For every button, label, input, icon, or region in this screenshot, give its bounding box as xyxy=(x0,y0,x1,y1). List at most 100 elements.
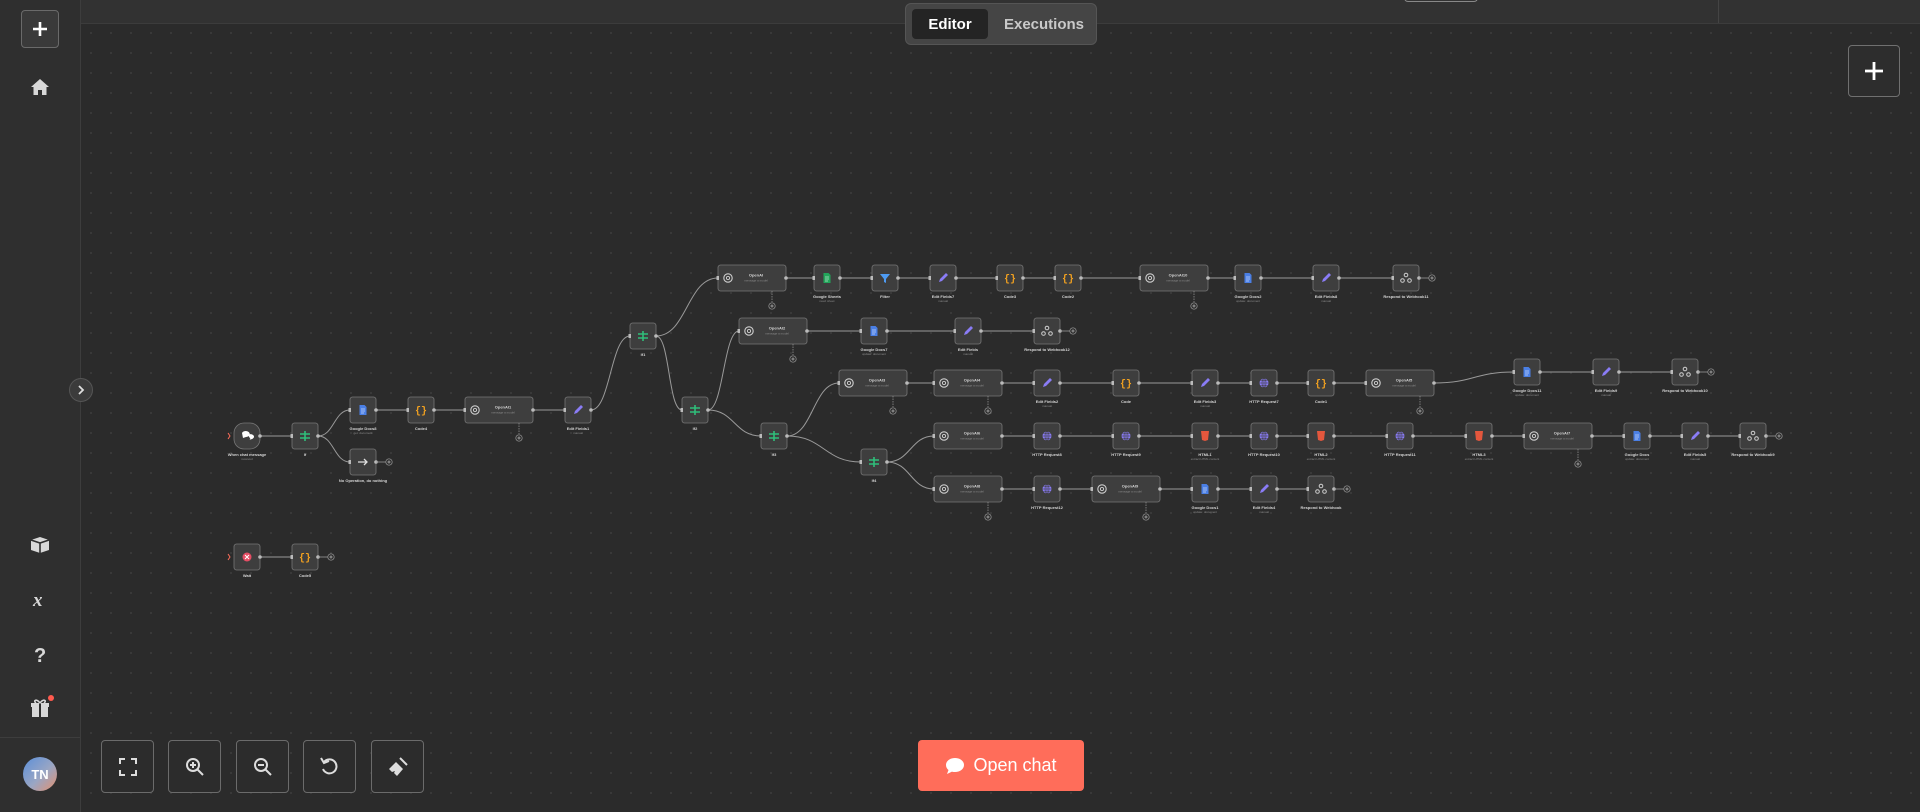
node-filter[interactable]: Filter xyxy=(870,264,900,299)
input-port[interactable] xyxy=(859,329,863,333)
add-tool-button[interactable] xyxy=(768,302,776,310)
node-ef8[interactable]: Edit Fields8manual xyxy=(1311,264,1341,303)
output-port[interactable] xyxy=(1216,381,1220,385)
input-port[interactable] xyxy=(1249,487,1253,491)
node-rw10[interactable]: Respond to Webhook10 xyxy=(1662,358,1709,393)
node-rw9[interactable]: Respond to Webhook9 xyxy=(1731,422,1775,457)
input-port[interactable] xyxy=(1385,434,1389,438)
output-port[interactable] xyxy=(784,276,788,280)
reset-zoom-button[interactable] xyxy=(303,740,356,793)
node-gsheets[interactable]: Google Sheetsread: sheet xyxy=(812,264,842,303)
input-port[interactable] xyxy=(1032,329,1036,333)
output-port[interactable] xyxy=(1617,370,1621,374)
node-gdoc11[interactable]: Google Docs11update: document xyxy=(1512,358,1543,397)
output-port[interactable] xyxy=(1275,381,1279,385)
input-port[interactable] xyxy=(1738,434,1742,438)
node-rw[interactable]: Respond to Webhook xyxy=(1300,475,1342,510)
node-html1[interactable]: HTML1extract HTML content xyxy=(1190,422,1220,461)
input-port[interactable] xyxy=(1032,381,1036,385)
input-port[interactable] xyxy=(870,276,874,280)
connection-line[interactable] xyxy=(786,382,840,437)
node-http7[interactable]: HTTP Request7 xyxy=(1249,369,1280,404)
node-sw1[interactable]: If xyxy=(290,422,320,457)
add-tool-button[interactable] xyxy=(1190,302,1198,310)
output-port[interactable] xyxy=(531,408,535,412)
create-button[interactable] xyxy=(21,10,59,48)
output-port[interactable] xyxy=(979,329,983,333)
node-if1[interactable]: If1 xyxy=(628,322,658,357)
add-next-node-button[interactable] xyxy=(1428,274,1436,282)
node-http9[interactable]: HTTP Request9 xyxy=(1111,422,1142,457)
input-port[interactable] xyxy=(932,434,936,438)
node-code2[interactable]: {} Code2 xyxy=(1053,264,1083,299)
node-box[interactable] xyxy=(1671,358,1699,386)
input-port[interactable] xyxy=(1391,276,1395,280)
input-port[interactable] xyxy=(737,329,741,333)
output-port[interactable] xyxy=(1206,276,1210,280)
output-port[interactable] xyxy=(706,408,710,412)
output-port[interactable] xyxy=(1332,381,1336,385)
input-port[interactable] xyxy=(1111,434,1115,438)
input-port[interactable] xyxy=(1591,370,1595,374)
help-button[interactable]: ? xyxy=(20,635,60,675)
input-port[interactable] xyxy=(1138,276,1142,280)
node-ef[interactable]: Edit Fieldsmanual xyxy=(953,317,983,356)
output-port[interactable] xyxy=(838,276,842,280)
output-port[interactable] xyxy=(1000,434,1004,438)
output-port[interactable] xyxy=(905,381,909,385)
node-oa2[interactable]: OpenAI2message a model xyxy=(737,317,809,345)
input-port[interactable] xyxy=(680,408,684,412)
input-port[interactable] xyxy=(1464,434,1468,438)
node-code4[interactable]: {} Code4 xyxy=(406,396,436,431)
node-code5[interactable]: {} Code5 xyxy=(290,543,320,578)
node-gdoc1[interactable]: Google Docs1update: document xyxy=(1190,475,1220,514)
input-port[interactable] xyxy=(812,276,816,280)
output-port[interactable] xyxy=(1648,434,1652,438)
input-port[interactable] xyxy=(859,460,863,464)
input-port[interactable] xyxy=(1306,381,1310,385)
node-ef4[interactable]: Edit Fields4manual xyxy=(1249,475,1279,514)
input-port[interactable] xyxy=(932,487,936,491)
input-port[interactable] xyxy=(1622,434,1626,438)
output-port[interactable] xyxy=(1000,381,1004,385)
input-port[interactable] xyxy=(1032,487,1036,491)
output-port[interactable] xyxy=(258,434,262,438)
output-port[interactable] xyxy=(1216,487,1220,491)
node-if3[interactable]: If3 xyxy=(759,422,789,457)
output-port[interactable] xyxy=(1137,434,1141,438)
input-port[interactable] xyxy=(1190,381,1194,385)
add-next-node-button[interactable] xyxy=(327,553,335,561)
input-port[interactable] xyxy=(953,329,957,333)
node-rw11[interactable]: Respond to Webhook11 xyxy=(1383,264,1429,299)
input-port[interactable] xyxy=(628,334,632,338)
node-ef9[interactable]: Edit Fields9manual xyxy=(1591,358,1621,397)
node-code1[interactable]: {} Code1 xyxy=(1306,369,1336,404)
connection-line[interactable] xyxy=(707,409,762,437)
node-if4[interactable]: If4 xyxy=(859,448,889,483)
output-port[interactable] xyxy=(1137,381,1141,385)
input-port[interactable] xyxy=(928,276,932,280)
connection-line[interactable] xyxy=(655,277,719,337)
connection-line[interactable] xyxy=(317,435,351,463)
connection-line[interactable] xyxy=(886,435,935,463)
output-port[interactable] xyxy=(1021,276,1025,280)
tab-editor[interactable]: Editor xyxy=(912,9,988,39)
node-http12[interactable]: HTTP Request12 xyxy=(1031,475,1064,510)
node-if2[interactable]: If2 xyxy=(680,396,710,431)
input-port[interactable] xyxy=(1090,487,1094,491)
input-port[interactable] xyxy=(1190,487,1194,491)
user-avatar[interactable]: TN xyxy=(23,757,57,791)
add-next-node-button[interactable] xyxy=(1343,485,1351,493)
node-oa[interactable]: OpenAImessage a model xyxy=(716,264,788,292)
output-port[interactable] xyxy=(954,276,958,280)
connection-line[interactable] xyxy=(707,330,740,411)
node-ef2[interactable]: Edit Fields2manual xyxy=(1032,369,1062,408)
add-next-node-button[interactable] xyxy=(1775,432,1783,440)
node-gdoc8[interactable]: Google Docs8get: document xyxy=(348,396,378,435)
add-next-node-button[interactable] xyxy=(1707,368,1715,376)
expand-sidebar-button[interactable] xyxy=(69,378,93,402)
node-http10[interactable]: HTTP Request10 xyxy=(1248,422,1281,457)
output-port[interactable] xyxy=(1058,434,1062,438)
input-port[interactable] xyxy=(1680,434,1684,438)
input-port[interactable] xyxy=(1249,381,1253,385)
